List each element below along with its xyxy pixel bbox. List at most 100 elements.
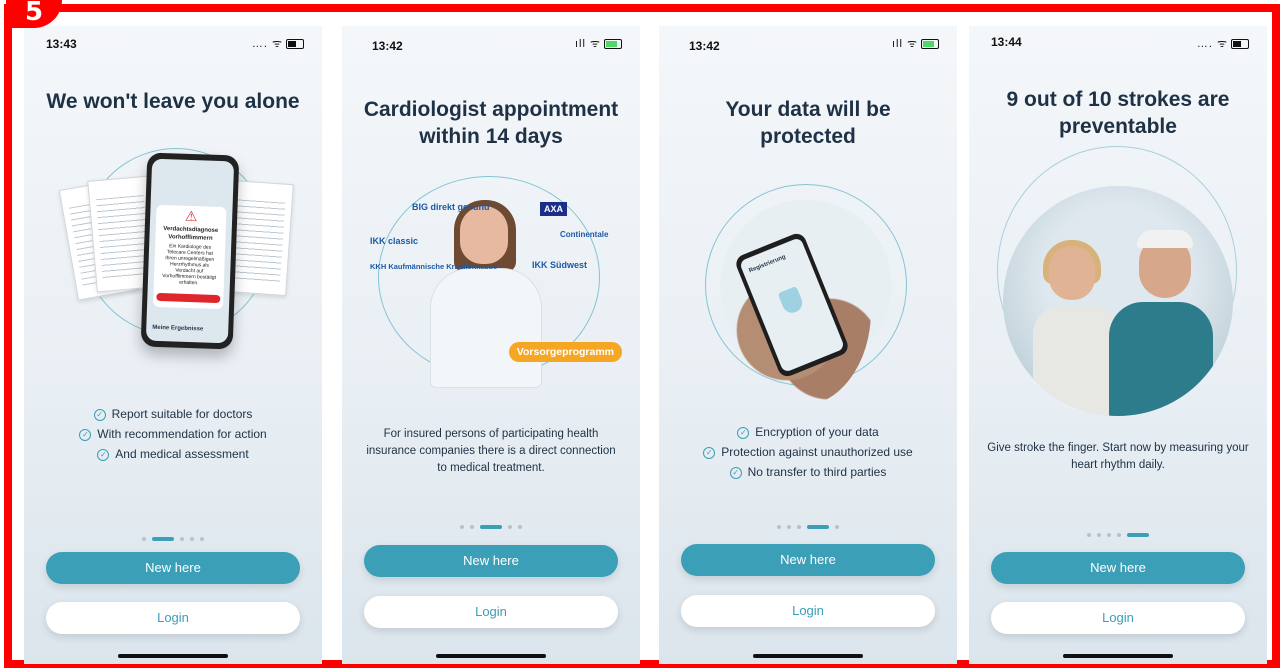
- status-bar: 13:44 …. ᯤ: [969, 26, 1267, 54]
- check-circle-icon: ✓: [97, 448, 110, 461]
- list-item: ✓ Report suitable for doctors: [34, 404, 312, 424]
- status-bar: 13:42 ıll ᯤ: [342, 26, 640, 54]
- home-indicator: [753, 654, 863, 658]
- onboarding-screen-3: 13:42 ıll ᯤ Your data will be protected …: [659, 26, 957, 664]
- page-dot[interactable]: [200, 536, 204, 541]
- login-button[interactable]: Login: [681, 595, 935, 627]
- onboarding-screen-1: 13:43 …. ᯤ We won't leave you alone ⚠ Ve…: [24, 26, 322, 664]
- page-indicator: [969, 526, 1267, 537]
- signal-wifi-icon: …. ᯤ: [1196, 38, 1228, 50]
- list-item: ✓ No transfer to third parties: [669, 462, 947, 482]
- check-circle-icon: ✓: [79, 428, 92, 441]
- battery-charging-icon: [604, 39, 622, 50]
- phone-mockup: ⚠ Verdachtsdiagnose Vorhofflimmern Ein K…: [140, 152, 240, 350]
- page-indicator: [342, 518, 640, 529]
- diagnosis-text: Ein Kardiologe des Telecare Centers hat …: [162, 243, 217, 287]
- feature-list: ✓ Encryption of your data ✓ Protection aga…: [669, 422, 947, 482]
- check-circle-icon: ✓: [737, 426, 750, 439]
- page-dot[interactable]: [777, 524, 781, 529]
- warning-icon: ⚠: [184, 207, 198, 225]
- insurance-illustration: BIG direkt gesund IKK classic KKH Kaufmä…: [360, 166, 622, 416]
- new-here-button[interactable]: New here: [46, 552, 300, 584]
- onboarding-screen-4: 13:44 …. ᯤ 9 out of 10 strokes are preve…: [969, 26, 1267, 664]
- page-dot[interactable]: [1117, 532, 1121, 537]
- status-icons: …. ᯤ: [252, 36, 304, 51]
- description-text: Give stroke the finger. Start now by mea…: [987, 442, 1249, 471]
- program-badge: Vorsorgeprogramm: [508, 342, 622, 362]
- logo-continentale: Continentale: [560, 230, 609, 239]
- page-dot-active[interactable]: [480, 524, 502, 529]
- list-item: ✓ And medical assessment: [34, 444, 312, 464]
- battery-icon: [286, 39, 304, 50]
- status-time: 13:44: [991, 35, 1022, 49]
- page-dot-active[interactable]: [1127, 532, 1149, 537]
- home-indicator: [436, 654, 546, 658]
- status-time: 13:42: [689, 39, 720, 53]
- page-dot[interactable]: [142, 536, 146, 541]
- page-dot[interactable]: [470, 524, 474, 529]
- page-title: Your data will be protected: [725, 98, 891, 148]
- list-item: ✓ Encryption of your data: [669, 422, 947, 442]
- battery-charging-icon: [921, 39, 939, 50]
- logo-ikk-suedwest: IKK Südwest: [532, 260, 588, 270]
- logo-kkh: KKH Kaufmännische Krankenkasse: [370, 262, 498, 271]
- list-item: ✓ With recommendation for action: [34, 424, 312, 444]
- home-indicator: [118, 654, 228, 658]
- page-indicator: [24, 530, 322, 541]
- status-bar: 13:42 ıll ᯤ: [659, 26, 957, 54]
- home-indicator: [1063, 654, 1173, 658]
- login-button[interactable]: Login: [991, 602, 1245, 634]
- page-dot[interactable]: [797, 524, 801, 529]
- logo-axa: AXA: [540, 202, 568, 216]
- new-here-button[interactable]: New here: [364, 545, 618, 577]
- page-dot[interactable]: [190, 536, 194, 541]
- logo-ikk-classic: IKK classic: [370, 236, 419, 246]
- login-button[interactable]: Login: [46, 602, 300, 634]
- status-bar: 13:43 …. ᯤ: [24, 26, 322, 54]
- battery-icon: [1231, 39, 1249, 50]
- status-icons: …. ᯤ: [1197, 36, 1249, 51]
- page-dot[interactable]: [787, 524, 791, 529]
- new-here-button[interactable]: New here: [991, 552, 1245, 584]
- new-here-button[interactable]: New here: [681, 544, 935, 576]
- status-icons: ıll ᯤ: [892, 36, 939, 51]
- page-dot[interactable]: [460, 524, 464, 529]
- results-label: Meine Ergebnisse: [152, 324, 204, 333]
- signal-wifi-icon: ıll ᯤ: [891, 38, 918, 50]
- report-illustration: ⚠ Verdachtsdiagnose Vorhofflimmern Ein K…: [48, 144, 298, 394]
- lock-shield-icon: [777, 286, 806, 316]
- signal-wifi-icon: ıll ᯤ: [574, 38, 601, 50]
- page-title: 9 out of 10 strokes are preventable: [1006, 88, 1230, 138]
- couple-photo: [1003, 186, 1233, 416]
- description-text: For insured persons of participating hea…: [366, 428, 616, 474]
- page-dot[interactable]: [518, 524, 522, 529]
- page-dot[interactable]: [1087, 532, 1091, 537]
- status-icons: ıll ᯤ: [575, 36, 622, 51]
- page-title: We won't leave you alone: [46, 90, 300, 113]
- logo-big: BIG direkt gesund: [412, 202, 490, 212]
- page-dot-active[interactable]: [807, 524, 829, 529]
- list-item: ✓ Protection against unauthorized use: [669, 442, 947, 462]
- onboarding-screen-2: 13:42 ıll ᯤ Cardiologist appointment wit…: [342, 26, 640, 664]
- step-badge: 5: [6, 0, 62, 28]
- check-circle-icon: ✓: [729, 466, 742, 479]
- page-indicator: [659, 518, 957, 529]
- couple-photo-illustration: [993, 146, 1243, 416]
- login-button[interactable]: Login: [364, 596, 618, 628]
- check-circle-icon: ✓: [93, 408, 106, 421]
- feature-list: ✓ Report suitable for doctors ✓ With recom…: [34, 404, 312, 464]
- page-title: Cardiologist appointment within 14 days: [363, 98, 619, 148]
- diagnosis-card: ⚠ Verdachtsdiagnose Vorhofflimmern Ein K…: [153, 204, 227, 310]
- status-time: 13:42: [372, 39, 403, 53]
- diagnosis-action: [156, 292, 221, 304]
- data-protection-illustration: Registrierung: [683, 176, 933, 426]
- status-time: 13:43: [46, 37, 77, 51]
- check-circle-icon: ✓: [703, 446, 716, 459]
- signal-wifi-icon: …. ᯤ: [251, 38, 283, 50]
- page-dot[interactable]: [835, 524, 839, 529]
- page-dot-active[interactable]: [152, 536, 174, 541]
- page-dot[interactable]: [508, 524, 512, 529]
- page-dot[interactable]: [1097, 532, 1101, 537]
- page-dot[interactable]: [1107, 532, 1111, 537]
- page-dot[interactable]: [180, 536, 184, 541]
